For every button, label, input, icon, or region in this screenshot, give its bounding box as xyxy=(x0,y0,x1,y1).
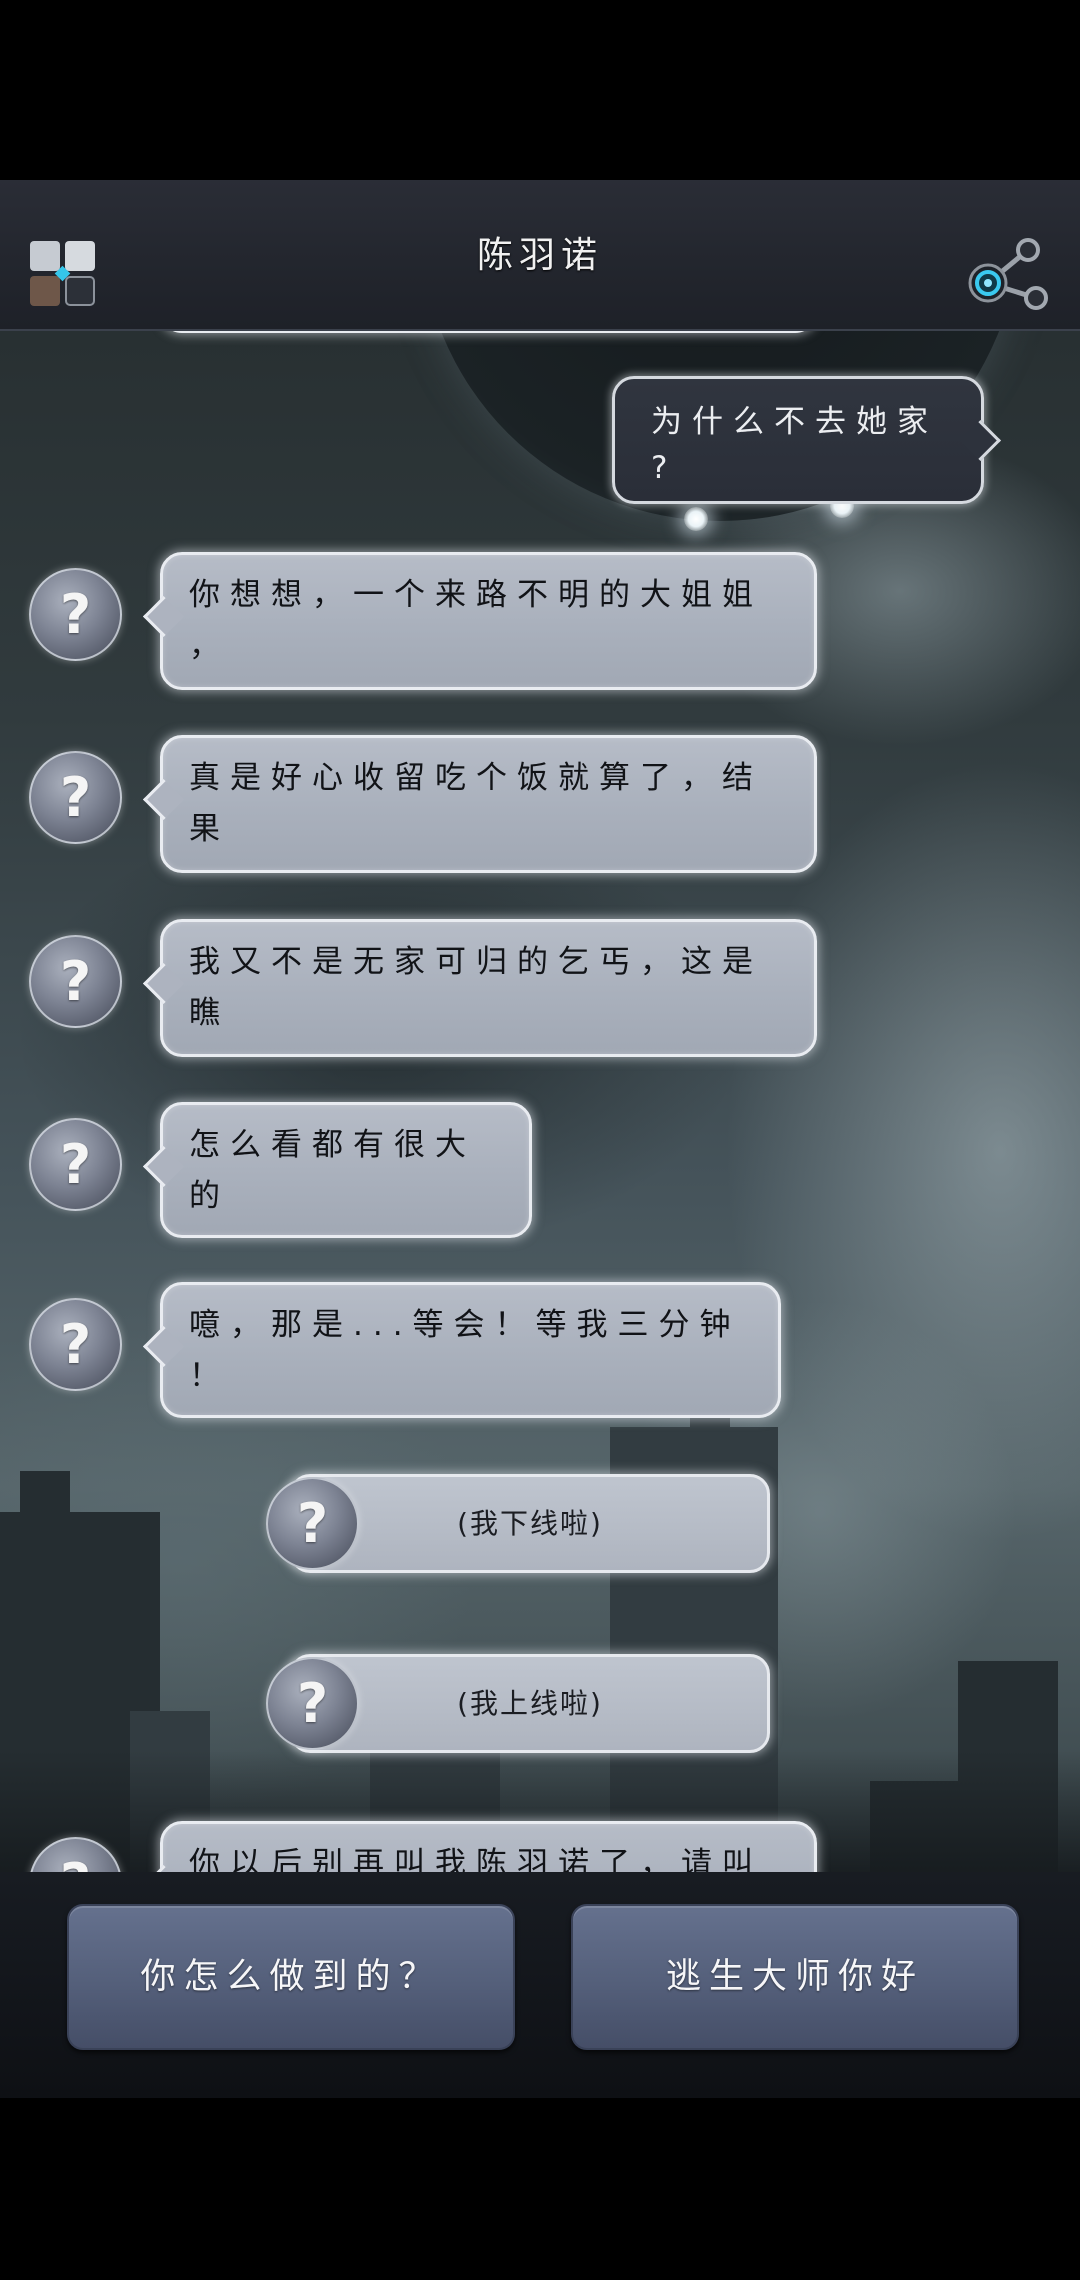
avatar: ? xyxy=(266,1657,359,1750)
avatar: ? xyxy=(29,751,122,844)
grid-menu-icon[interactable] xyxy=(29,240,96,307)
status-bar-area xyxy=(0,0,1080,180)
bubble-tail xyxy=(142,595,185,638)
avatar: ? xyxy=(29,935,122,1028)
page-title: 陈羽诺 xyxy=(476,235,603,276)
avatar-question-mark: ? xyxy=(59,950,92,1013)
reply-option-button[interactable]: 逃生大师你好 xyxy=(571,1904,1019,2050)
avatar-question-mark: ? xyxy=(59,1133,92,1196)
bubble-tail xyxy=(142,1325,185,1368)
incoming-message-bubble: 你以后别再叫我陈羽诺了，请叫 xyxy=(142,1821,817,1872)
bubble-tail xyxy=(142,778,185,821)
message-text: 我又不是无家可归的乞丐，这是瞧 xyxy=(189,944,763,1031)
avatar: ? xyxy=(29,1298,122,1391)
message-bubble-partial xyxy=(160,331,817,333)
avatar-question-mark: ? xyxy=(59,766,92,829)
reply-option-label: 逃生大师你好 xyxy=(665,1957,924,1997)
reply-options-panel: 你怎么做到的？ 逃生大师你好 xyxy=(0,1872,1080,2098)
system-message-text: (我下线啦) xyxy=(457,1507,603,1540)
message-text: 你以后别再叫我陈羽诺了，请叫 xyxy=(189,1846,763,1872)
bubble-tail xyxy=(142,962,185,1005)
outgoing-message-bubble: 为什么不去她家? xyxy=(612,376,1002,504)
message-text: 噫，那是...等会！等我三分钟！ xyxy=(189,1307,741,1394)
avatar-question-mark: ? xyxy=(296,1672,329,1735)
chat-header: 陈羽诺 xyxy=(0,180,1080,331)
avatar-question-mark: ? xyxy=(59,583,92,646)
chat-area[interactable]: 为什么不去她家? ? 你想想，一个来路不明的大姐姐， ? 真是好心收留吃个饭就算… xyxy=(0,331,1080,1872)
avatar: ? xyxy=(29,1837,122,1872)
share-icon[interactable] xyxy=(968,237,1048,313)
incoming-message-bubble: 真是好心收留吃个饭就算了，结果 xyxy=(142,735,817,873)
avatar-question-mark: ? xyxy=(296,1492,329,1555)
incoming-message-bubble: 你想想，一个来路不明的大姐姐， xyxy=(142,552,817,690)
light-orb xyxy=(684,507,708,531)
system-message-bubble: (我下线啦) xyxy=(290,1474,770,1573)
navigation-bar-area xyxy=(0,2098,1080,2280)
system-message-text: (我上线啦) xyxy=(457,1687,603,1720)
system-message-bubble: (我上线啦) xyxy=(290,1654,770,1753)
building-silhouette xyxy=(20,1471,70,1521)
incoming-message-bubble: 噫，那是...等会！等我三分钟！ xyxy=(142,1282,781,1418)
message-text: 你想想，一个来路不明的大姐姐， xyxy=(189,577,763,664)
reply-option-button[interactable]: 你怎么做到的？ xyxy=(67,1904,515,2050)
avatar: ? xyxy=(29,568,122,661)
message-text: 为什么不去她家? xyxy=(651,404,938,486)
message-text: 怎么看都有很大的 xyxy=(189,1127,476,1214)
avatar: ? xyxy=(266,1477,359,1570)
bubble-tail xyxy=(142,1145,185,1188)
bubble-tail xyxy=(959,419,1002,462)
incoming-message-bubble: 我又不是无家可归的乞丐，这是瞧 xyxy=(142,919,817,1057)
incoming-message-bubble: 怎么看都有很大的 xyxy=(142,1102,532,1238)
reply-option-label: 你怎么做到的？ xyxy=(140,1957,442,1997)
avatar-question-mark: ? xyxy=(59,1313,92,1376)
avatar-question-mark: ? xyxy=(31,1839,120,1872)
message-text: 真是好心收留吃个饭就算了，结果 xyxy=(189,760,763,847)
avatar: ? xyxy=(29,1118,122,1211)
